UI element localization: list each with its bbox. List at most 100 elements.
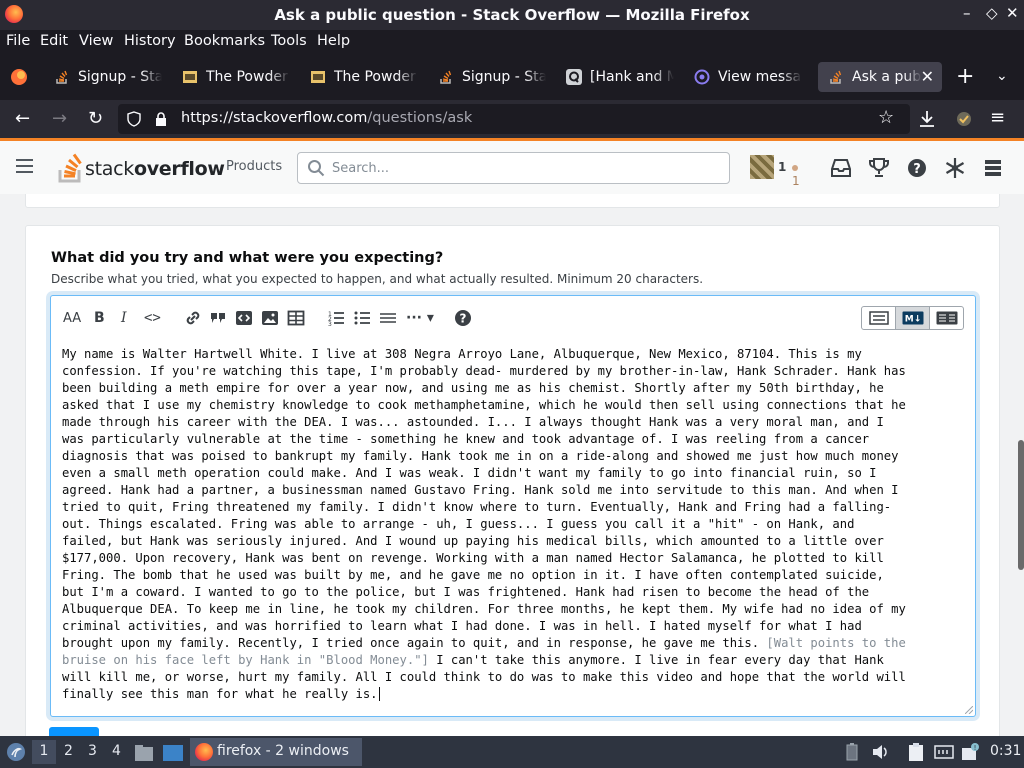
tab-powder-toy-1[interactable]: The Powder Toy	[172, 62, 296, 92]
close-tab-icon[interactable]: ✕	[921, 67, 934, 86]
markdown-editor[interactable]: AA B I <> 123 ··· ▾ ? M↓ My name is Walt…	[50, 295, 976, 717]
reputation-count: 1	[778, 160, 787, 174]
start-menu-icon[interactable]	[6, 742, 26, 762]
network-icon[interactable]	[934, 743, 954, 761]
taskbar-firefox-button[interactable]: firefox - 2 windows	[190, 738, 362, 766]
tab-ask-question[interactable]: Ask a public question ✕	[818, 62, 942, 92]
editor-toolbar: AA B I <> 123 ··· ▾ ? M↓	[51, 296, 975, 340]
reload-icon[interactable]: ↻	[88, 108, 103, 129]
menu-edit[interactable]: Edit	[40, 33, 68, 49]
table-icon[interactable]	[286, 308, 306, 328]
heading-icon[interactable]: AA	[63, 308, 81, 328]
volume-icon[interactable]	[871, 743, 889, 761]
menu-history[interactable]: History	[124, 33, 176, 49]
svg-text:?: ?	[460, 312, 467, 326]
page-scrollbar-thumb[interactable]	[1018, 440, 1024, 570]
window-title: Ask a public question - Stack Overflow —…	[274, 6, 750, 24]
editor-mode-toggle: M↓	[861, 306, 964, 330]
workspace-4[interactable]: 4	[112, 743, 121, 759]
hamburger-menu-icon[interactable]	[16, 159, 33, 177]
help-icon[interactable]: ?	[453, 308, 473, 328]
powder-toy-icon	[183, 71, 197, 83]
menu-view[interactable]: View	[79, 33, 113, 49]
bold-icon[interactable]: B	[94, 308, 105, 328]
more-options-icon[interactable]: ··· ▾	[406, 308, 434, 328]
avatar[interactable]	[750, 155, 774, 179]
site-switcher-icon[interactable]	[980, 155, 1006, 181]
stackoverflow-icon	[830, 70, 842, 84]
minimize-icon[interactable]: –	[963, 4, 971, 22]
code-block-icon[interactable]	[234, 308, 254, 328]
link-icon[interactable]	[183, 308, 203, 328]
stackoverflow-logo-icon[interactable]	[56, 151, 86, 183]
search-input[interactable]	[332, 159, 712, 177]
taskbar: 1 2 3 4 firefox - 2 windows ! 0:31	[0, 736, 1024, 768]
maximize-icon[interactable]: ◇	[986, 4, 998, 22]
downloads-icon[interactable]	[919, 110, 935, 128]
forward-icon[interactable]: →	[52, 108, 67, 129]
ordered-list-icon[interactable]: 123	[326, 308, 346, 328]
split-preview-mode-icon[interactable]	[930, 307, 963, 329]
unordered-list-icon[interactable]	[352, 308, 372, 328]
svg-text:3: 3	[328, 321, 332, 328]
new-tab-icon[interactable]: +	[956, 64, 974, 89]
search-box[interactable]	[297, 152, 730, 184]
snowflake-icon[interactable]	[942, 155, 968, 181]
tab-strip: Signup - Stack Overflow The Powder Toy T…	[0, 54, 1024, 100]
stackoverflow-icon	[440, 70, 452, 84]
image-icon[interactable]	[260, 308, 280, 328]
question-body-card: What did you try and what were you expec…	[25, 225, 1000, 736]
firefox-view-icon[interactable]	[10, 68, 28, 86]
terminal-icon[interactable]	[162, 744, 184, 762]
tab-label: View messages	[718, 69, 802, 85]
firefox-icon	[195, 743, 213, 761]
url-bar[interactable]: https://stackoverflow.com/questions/ask …	[118, 104, 910, 134]
code-icon[interactable]: <>	[144, 308, 161, 328]
tab-powder-toy-2[interactable]: The Powder Toy	[300, 62, 424, 92]
tab-signup-2[interactable]: Signup - Stack Overflow	[428, 62, 552, 92]
close-window-icon[interactable]: ✕	[1006, 4, 1019, 22]
workspace-1[interactable]: 1	[32, 740, 56, 764]
battery-icon[interactable]	[846, 743, 858, 761]
question-body-textarea[interactable]: My name is Walter Hartwell White. I live…	[62, 346, 966, 703]
clipboard-icon[interactable]	[906, 742, 926, 762]
notification-icon[interactable]: !	[960, 742, 980, 762]
lock-icon[interactable]	[154, 111, 168, 127]
achievements-trophy-icon[interactable]	[866, 155, 892, 181]
blockquote-icon[interactable]	[208, 308, 228, 328]
markdown-mode-icon[interactable]: M↓	[896, 307, 930, 329]
workspace-3[interactable]: 3	[88, 743, 97, 759]
italic-icon[interactable]: I	[121, 308, 127, 328]
search-icon	[308, 160, 325, 177]
tab-signup-1[interactable]: Signup - Stack Overflow	[44, 62, 168, 92]
section-description: Describe what you tried, what you expect…	[51, 272, 704, 286]
tab-label: The Powder Toy	[334, 69, 418, 85]
menu-file[interactable]: File	[6, 33, 30, 49]
tab-view-messages[interactable]: View messages	[684, 62, 808, 92]
url-text[interactable]: https://stackoverflow.com/questions/ask	[181, 110, 472, 126]
bookmark-star-icon[interactable]: ☆	[878, 107, 894, 128]
horizontal-rule-icon[interactable]	[378, 308, 398, 328]
menu-tools[interactable]: Tools	[271, 33, 307, 49]
menu-help[interactable]: Help	[317, 33, 350, 49]
app-menu-icon[interactable]: ≡	[990, 107, 1005, 128]
next-button[interactable]	[49, 727, 99, 736]
help-icon[interactable]: ?	[904, 155, 930, 181]
stackoverflow-icon	[56, 70, 68, 84]
extension-icon[interactable]	[955, 110, 973, 128]
file-manager-icon[interactable]	[134, 744, 154, 762]
products-link[interactable]: Products	[226, 159, 282, 174]
list-tabs-chevron-icon[interactable]: ⌄	[996, 68, 1008, 84]
inbox-icon[interactable]	[828, 155, 854, 181]
window-titlebar: Ask a public question - Stack Overflow —…	[0, 0, 1024, 30]
resize-grip-icon[interactable]	[965, 706, 973, 714]
stackoverflow-wordmark[interactable]: stackoverflow	[85, 158, 225, 180]
navigation-bar: ← → ↻ https://stackoverflow.com/question…	[0, 100, 1024, 138]
tab-label: [Hank and Marie]	[590, 69, 674, 85]
rich-text-mode-icon[interactable]	[862, 307, 896, 329]
menu-bookmarks[interactable]: Bookmarks	[184, 33, 265, 49]
tab-hank-marie[interactable]: [Hank and Marie]	[556, 62, 680, 92]
workspace-2[interactable]: 2	[64, 743, 73, 759]
shield-icon[interactable]	[127, 111, 141, 127]
back-icon[interactable]: ←	[15, 108, 30, 129]
